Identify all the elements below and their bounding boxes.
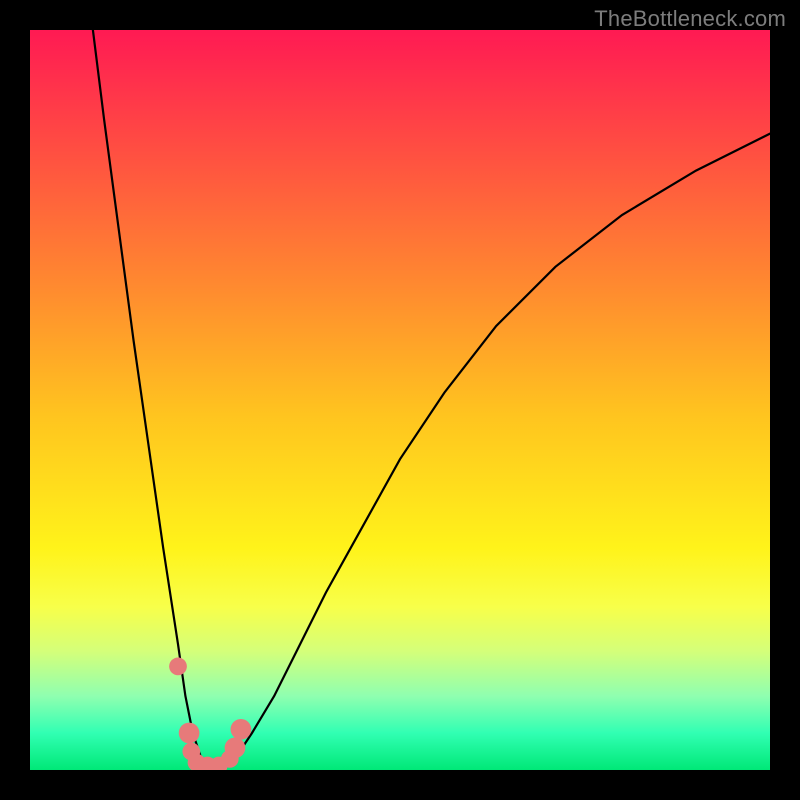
bottleneck-curve bbox=[93, 30, 770, 766]
curve-marker bbox=[169, 658, 187, 676]
curve-marker bbox=[231, 719, 252, 740]
plot-area bbox=[30, 30, 770, 770]
curve-markers bbox=[169, 658, 251, 770]
bottleneck-curve-svg bbox=[30, 30, 770, 770]
curve-marker bbox=[225, 737, 246, 758]
curve-marker bbox=[179, 723, 200, 744]
watermark-text: TheBottleneck.com bbox=[594, 6, 786, 32]
chart-frame: TheBottleneck.com bbox=[0, 0, 800, 800]
